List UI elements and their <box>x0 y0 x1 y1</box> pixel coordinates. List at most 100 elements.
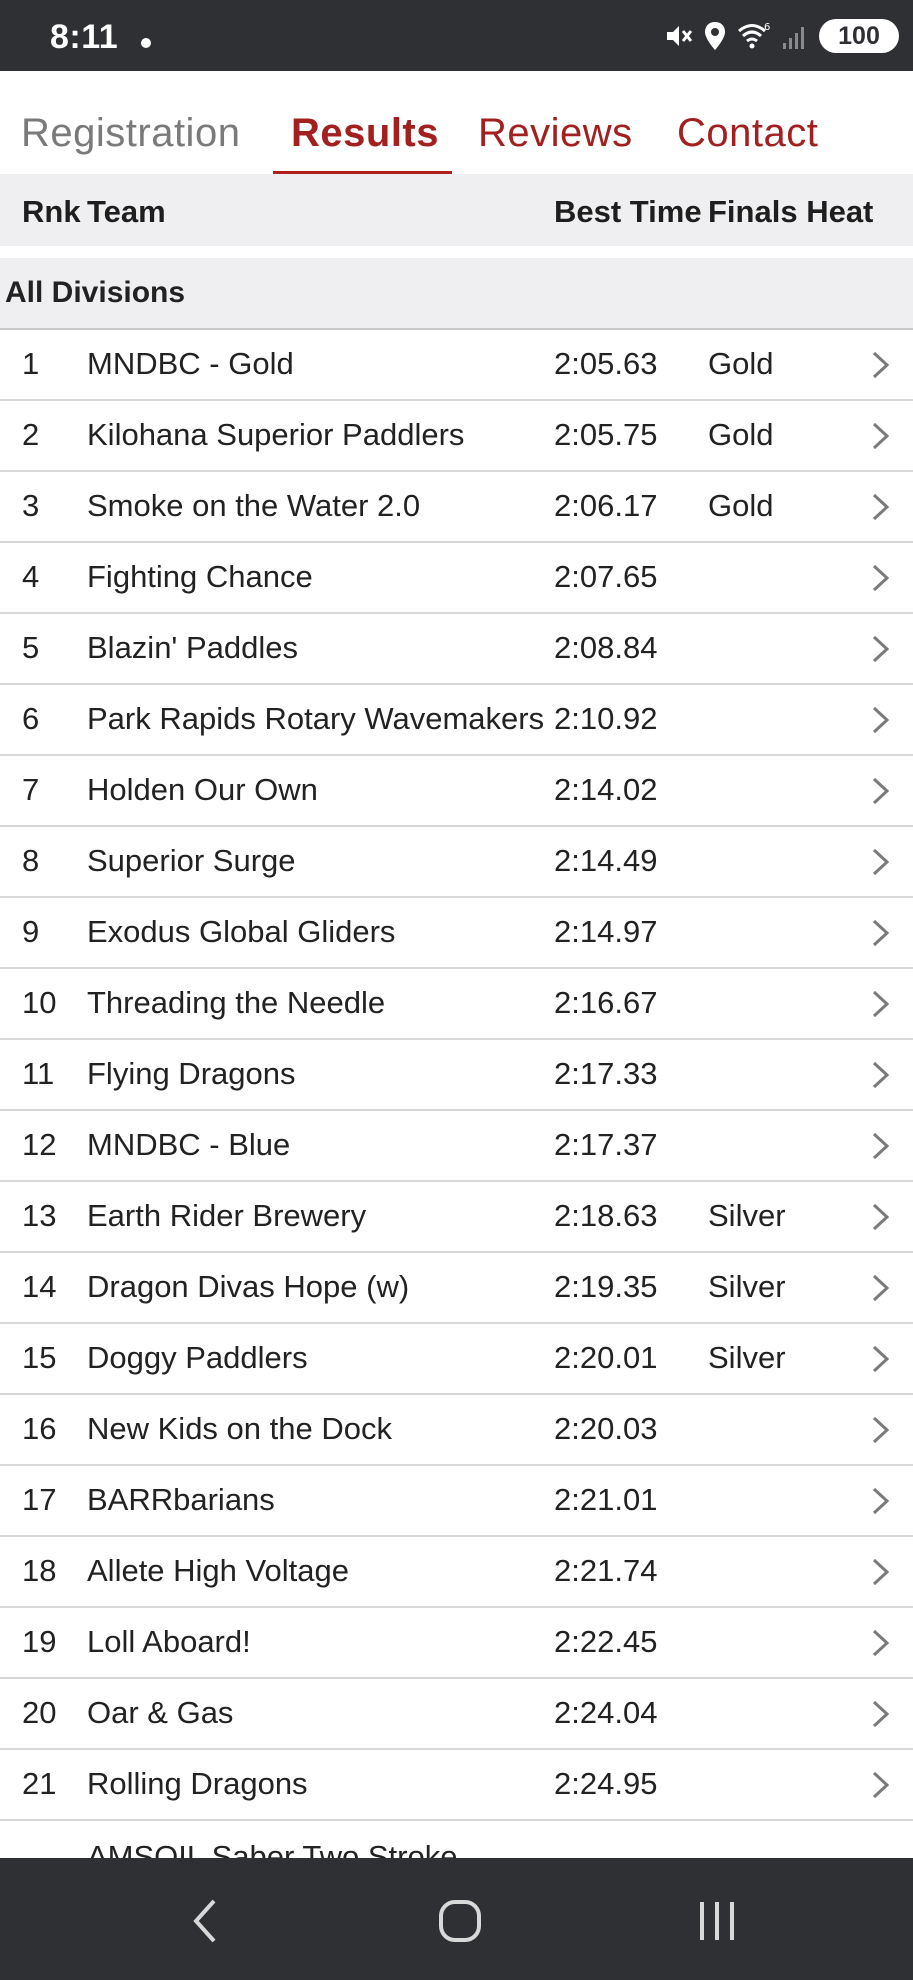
chevron-right-icon <box>872 706 890 734</box>
result-team: Threading the Needle <box>87 985 386 1020</box>
result-row[interactable]: 6 Park Rapids Rotary Wavemakers 2:10.92 <box>0 685 913 756</box>
chevron-right-icon <box>872 990 890 1018</box>
result-rank: 20 <box>22 1695 57 1730</box>
result-team: BARRbarians <box>87 1482 275 1517</box>
result-row[interactable]: 14 Dragon Divas Hope (w) 2:19.35 Silver <box>0 1253 913 1324</box>
result-finals-heat: Silver <box>708 1269 786 1304</box>
tab-contact[interactable]: Contact <box>677 111 818 156</box>
result-row[interactable]: 21 Rolling Dragons 2:24.95 <box>0 1750 913 1821</box>
result-row[interactable]: 19 Loll Aboard! 2:22.45 <box>0 1608 913 1679</box>
chevron-right-icon <box>872 1487 890 1515</box>
back-icon[interactable] <box>190 1898 220 1944</box>
result-team: MNDBC - Blue <box>87 1127 291 1162</box>
result-row[interactable]: 11 Flying Dragons 2:17.33 <box>0 1040 913 1111</box>
result-rank: 2 <box>22 417 40 452</box>
result-best-time: 2:20.01 <box>554 1340 658 1375</box>
result-finals-heat: Gold <box>708 346 774 381</box>
result-rank: 1 <box>22 346 40 381</box>
tab-results[interactable]: Results <box>291 111 439 156</box>
result-row-partial[interactable]: AMSOIL Saber Two Stroke <box>0 1821 913 1861</box>
chevron-right-icon <box>872 351 890 379</box>
result-finals-heat: Gold <box>708 417 774 452</box>
result-rank: 16 <box>22 1411 57 1446</box>
tab-registration[interactable]: Registration <box>21 111 240 156</box>
result-rank: 7 <box>22 772 40 807</box>
result-rank: 8 <box>22 843 40 878</box>
status-bar: 8:11 6 100 <box>0 0 913 71</box>
result-best-time: 2:18.63 <box>554 1198 658 1233</box>
result-best-time: 2:16.67 <box>554 985 658 1020</box>
chevron-right-icon <box>872 1558 890 1586</box>
result-team: Flying Dragons <box>87 1056 296 1091</box>
chevron-right-icon <box>872 635 890 663</box>
svg-text:6: 6 <box>764 22 770 33</box>
result-row[interactable]: 3 Smoke on the Water 2.0 2:06.17 Gold <box>0 472 913 543</box>
tab-reviews[interactable]: Reviews <box>478 111 633 156</box>
chevron-right-icon <box>872 1629 890 1657</box>
chevron-right-icon <box>872 1345 890 1373</box>
result-rank: 13 <box>22 1198 57 1233</box>
result-row[interactable]: 10 Threading the Needle 2:16.67 <box>0 969 913 1040</box>
result-row[interactable]: 7 Holden Our Own 2:14.02 <box>0 756 913 827</box>
status-time: 8:11 <box>50 18 119 56</box>
results-column-header: Rnk Team Best Time Finals Heat <box>0 174 913 246</box>
result-rank: 11 <box>22 1056 55 1091</box>
result-row[interactable]: 15 Doggy Paddlers 2:20.01 Silver <box>0 1324 913 1395</box>
result-best-time: 2:08.84 <box>554 630 658 665</box>
column-team: Team <box>87 194 166 229</box>
result-rank: 6 <box>22 701 40 736</box>
result-team: New Kids on the Dock <box>87 1411 392 1446</box>
result-best-time: 2:24.95 <box>554 1766 658 1801</box>
result-row[interactable]: 9 Exodus Global Gliders 2:14.97 <box>0 898 913 969</box>
result-team: Blazin' Paddles <box>87 630 298 665</box>
chevron-right-icon <box>872 1132 890 1160</box>
result-row[interactable]: 2 Kilohana Superior Paddlers 2:05.75 Gold <box>0 401 913 472</box>
column-best-time: Best Time <box>554 194 702 229</box>
result-rank: 21 <box>22 1766 57 1801</box>
result-row[interactable]: 18 Allete High Voltage 2:21.74 <box>0 1537 913 1608</box>
result-team: Fighting Chance <box>87 559 313 594</box>
chevron-right-icon <box>872 777 890 805</box>
chevron-right-icon <box>872 422 890 450</box>
result-best-time: 2:14.97 <box>554 914 658 949</box>
result-team: Holden Our Own <box>87 772 318 807</box>
result-best-time: 2:06.17 <box>554 488 658 523</box>
result-row[interactable]: 12 MNDBC - Blue 2:17.37 <box>0 1111 913 1182</box>
chevron-right-icon <box>872 1061 890 1089</box>
section-title: All Divisions <box>5 276 186 309</box>
section-header: All Divisions <box>0 258 913 330</box>
signal-icon <box>783 27 804 49</box>
recents-icon[interactable] <box>696 1898 738 1944</box>
system-nav-bar <box>0 1858 913 1980</box>
result-row[interactable]: 5 Blazin' Paddles 2:08.84 <box>0 614 913 685</box>
result-row[interactable]: 20 Oar & Gas 2:24.04 <box>0 1679 913 1750</box>
notification-dot-icon <box>141 38 151 48</box>
result-finals-heat: Silver <box>708 1340 786 1375</box>
result-row[interactable]: 17 BARRbarians 2:21.01 <box>0 1466 913 1537</box>
result-rank: 15 <box>22 1340 57 1375</box>
result-row[interactable]: 13 Earth Rider Brewery 2:18.63 Silver <box>0 1182 913 1253</box>
result-rank: 9 <box>22 914 40 949</box>
result-team: Oar & Gas <box>87 1695 234 1730</box>
result-best-time: 2:24.04 <box>554 1695 658 1730</box>
result-team: Loll Aboard! <box>87 1624 251 1659</box>
column-rank: Rnk <box>22 194 81 229</box>
result-row[interactable]: 8 Superior Surge 2:14.49 <box>0 827 913 898</box>
result-best-time: 2:20.03 <box>554 1411 658 1446</box>
result-team: Superior Surge <box>87 843 296 878</box>
result-best-time: 2:21.74 <box>554 1553 658 1588</box>
result-row[interactable]: 4 Fighting Chance 2:07.65 <box>0 543 913 614</box>
result-team: Earth Rider Brewery <box>87 1198 367 1233</box>
status-icons: 6 100 <box>663 18 899 54</box>
result-row[interactable]: 16 New Kids on the Dock 2:20.03 <box>0 1395 913 1466</box>
battery-indicator: 100 <box>819 19 899 53</box>
mute-vibrate-icon <box>667 26 693 46</box>
result-team: Park Rapids Rotary Wavemakers <box>87 701 545 736</box>
result-row[interactable]: 1 MNDBC - Gold 2:05.63 Gold <box>0 330 913 401</box>
result-team: Exodus Global Gliders <box>87 914 396 949</box>
home-icon[interactable] <box>438 1898 482 1944</box>
chevron-right-icon <box>872 1203 890 1231</box>
result-rank: 12 <box>22 1127 57 1162</box>
result-team: MNDBC - Gold <box>87 346 294 381</box>
result-team: Kilohana Superior Paddlers <box>87 417 465 452</box>
